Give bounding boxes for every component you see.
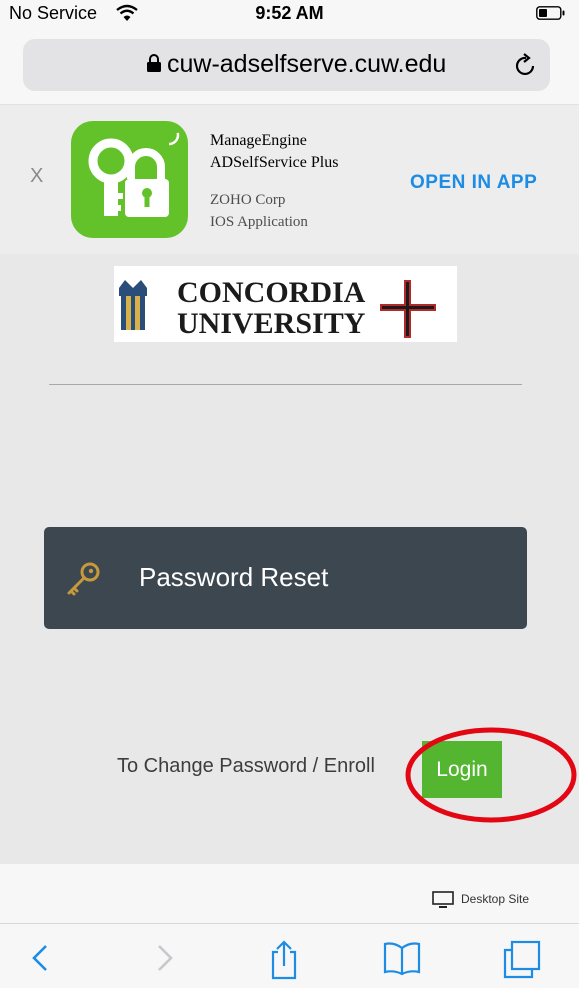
- key-icon: [66, 561, 102, 602]
- toolbar-divider: [0, 923, 579, 924]
- desktop-site-link[interactable]: Desktop Site: [461, 892, 529, 906]
- open-in-app-button[interactable]: OPEN IN APP: [410, 172, 537, 194]
- lock-icon: [146, 53, 162, 78]
- desktop-icon[interactable]: [432, 891, 454, 914]
- status-time: 9:52 AM: [255, 3, 324, 23]
- address-url[interactable]: cuw-adselfserve.cuw.edu: [167, 50, 446, 79]
- divider: [49, 384, 522, 385]
- app-type: IOS Application: [210, 214, 308, 230]
- reload-icon[interactable]: [514, 52, 538, 83]
- tabs-icon[interactable]: [502, 940, 542, 985]
- change-password-text: To Change Password / Enroll: [117, 755, 375, 777]
- share-icon[interactable]: [268, 940, 300, 985]
- red-annotation-circle: [404, 725, 578, 830]
- battery-icon: [536, 6, 566, 25]
- logo-text-line2: UNIVERSITY: [177, 307, 366, 340]
- bookmarks-icon[interactable]: [382, 940, 422, 981]
- logo-text-line1: CONCORDIA: [177, 276, 366, 309]
- forward-icon[interactable]: [153, 940, 177, 981]
- app-name-line2: ADSelfService Plus: [210, 154, 339, 171]
- app-icon[interactable]: [71, 121, 188, 238]
- password-reset-label: Password Reset: [139, 562, 329, 592]
- banner-close-button[interactable]: X: [30, 165, 43, 188]
- back-icon[interactable]: [28, 940, 52, 981]
- app-vendor: ZOHO Corp: [210, 192, 286, 208]
- app-name: ManageEngine: [210, 132, 307, 149]
